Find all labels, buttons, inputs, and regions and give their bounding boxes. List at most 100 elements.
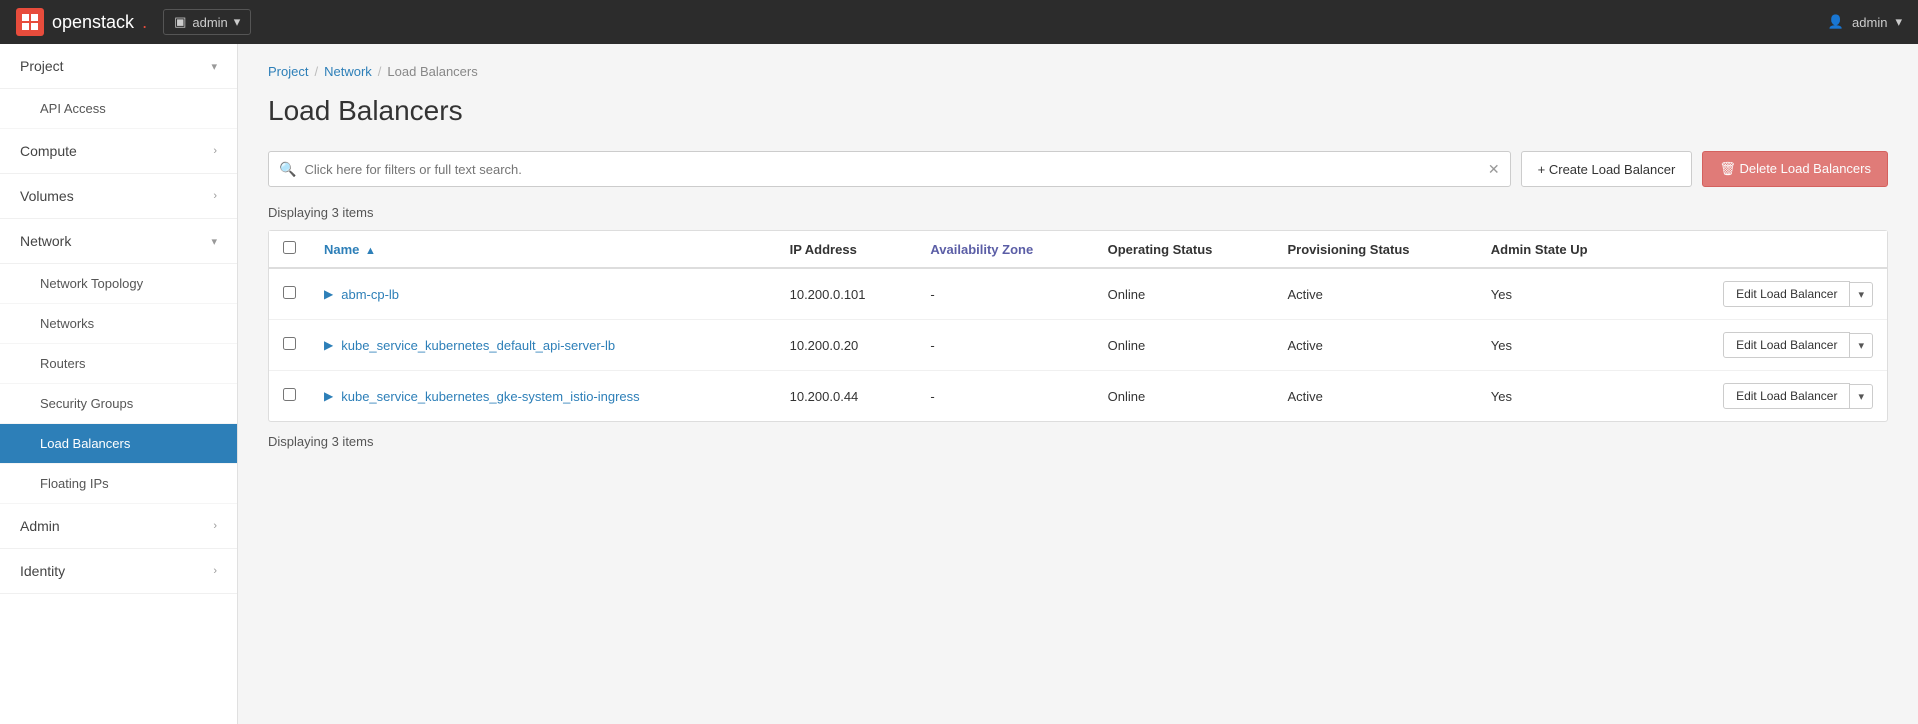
- row-name-cell: ▶ kube_service_kubernetes_default_api-se…: [310, 320, 776, 371]
- search-icon: 🔍: [279, 161, 296, 178]
- sidebar-label: Compute: [20, 143, 77, 159]
- th-name[interactable]: Name ▲: [310, 231, 776, 268]
- load-balancer-name-link[interactable]: kube_service_kubernetes_default_api-serv…: [341, 338, 615, 353]
- sidebar-label: Identity: [20, 563, 65, 579]
- brand-text: openstack: [52, 12, 134, 33]
- row-provisioning-status-cell: Active: [1273, 268, 1476, 320]
- select-all-checkbox[interactable]: [283, 241, 296, 254]
- edit-load-balancer-button[interactable]: Edit Load Balancer: [1723, 281, 1850, 307]
- user-chevron-icon: ▾: [1895, 14, 1902, 30]
- th-operating-status[interactable]: Operating Status: [1094, 231, 1274, 268]
- th-provisioning-status[interactable]: Provisioning Status: [1273, 231, 1476, 268]
- main-layout: Project ▾ API Access Compute › Volumes ›…: [0, 44, 1918, 724]
- admin-project-dropdown[interactable]: ▣ admin ▾: [163, 9, 251, 35]
- brand-icon: [16, 8, 44, 36]
- row-action-cell: Edit Load Balancer ▾: [1646, 268, 1887, 320]
- th-admin-state[interactable]: Admin State Up: [1477, 231, 1646, 268]
- breadcrumb-sep: /: [314, 64, 318, 79]
- edit-load-balancer-button[interactable]: Edit Load Balancer: [1723, 332, 1850, 358]
- breadcrumb-project[interactable]: Project: [268, 64, 308, 79]
- breadcrumb-sep2: /: [378, 64, 382, 79]
- action-dropdown-button[interactable]: ▾: [1850, 333, 1873, 358]
- sidebar-item-network[interactable]: Network ▾: [0, 219, 237, 264]
- main-content: Project / Network / Load Balancers Load …: [238, 44, 1918, 724]
- brand-logo: openstack.: [16, 8, 147, 36]
- sort-icon: ▲: [365, 245, 376, 257]
- chevron-down-icon: ▾: [211, 235, 217, 248]
- sidebar-label: Security Groups: [40, 396, 133, 411]
- brand-dot: .: [142, 12, 147, 33]
- top-nav-left: openstack. ▣ admin ▾: [16, 8, 251, 36]
- chevron-right-icon: ›: [213, 520, 217, 532]
- delete-load-balancers-button[interactable]: 🗑 Delete Load Balancers: [1702, 151, 1888, 187]
- row-checkbox-cell: [269, 320, 310, 371]
- row-ip-cell: 10.200.0.101: [776, 268, 917, 320]
- sidebar-label: Network: [20, 233, 71, 249]
- chevron-right-icon: ›: [213, 145, 217, 157]
- toolbar: 🔍 ✕ + Create Load Balancer 🗑 Delete Load…: [268, 151, 1888, 187]
- th-az[interactable]: Availability Zone: [916, 231, 1093, 268]
- row-checkbox-cell: [269, 268, 310, 320]
- search-input[interactable]: [304, 162, 1487, 177]
- breadcrumb-current: Load Balancers: [387, 64, 477, 79]
- row-operating-status-cell: Online: [1094, 320, 1274, 371]
- action-dropdown-button[interactable]: ▾: [1850, 282, 1873, 307]
- row-provisioning-status-cell: Active: [1273, 320, 1476, 371]
- breadcrumb-network[interactable]: Network: [324, 64, 372, 79]
- row-admin-state-cell: Yes: [1477, 268, 1646, 320]
- row-operating-status-cell: Online: [1094, 371, 1274, 422]
- user-dropdown[interactable]: 👤 admin ▾: [1828, 14, 1902, 30]
- row-checkbox[interactable]: [283, 388, 296, 401]
- sidebar-label: Routers: [40, 356, 86, 371]
- row-expander-icon[interactable]: ▶: [324, 389, 333, 403]
- sidebar-item-load-balancers[interactable]: Load Balancers: [0, 424, 237, 464]
- row-checkbox-cell: [269, 371, 310, 422]
- displaying-count-bottom: Displaying 3 items: [268, 434, 1888, 449]
- sidebar-item-routers[interactable]: Routers: [0, 344, 237, 384]
- edit-load-balancer-button[interactable]: Edit Load Balancer: [1723, 383, 1850, 409]
- row-az-cell: -: [916, 371, 1093, 422]
- breadcrumb: Project / Network / Load Balancers: [268, 64, 1888, 79]
- table-row: ▶ abm-cp-lb 10.200.0.101 - Online Active…: [269, 268, 1887, 320]
- top-navigation: openstack. ▣ admin ▾ 👤 admin ▾: [0, 0, 1918, 44]
- row-checkbox[interactable]: [283, 337, 296, 350]
- row-expander-icon[interactable]: ▶: [324, 287, 333, 301]
- load-balancer-name-link[interactable]: kube_service_kubernetes_gke-system_istio…: [341, 389, 639, 404]
- action-dropdown-button[interactable]: ▾: [1850, 384, 1873, 409]
- row-expander-icon[interactable]: ▶: [324, 338, 333, 352]
- sidebar-item-project[interactable]: Project ▾: [0, 44, 237, 89]
- table-header-row: Name ▲ IP Address Availability Zone Oper…: [269, 231, 1887, 268]
- sidebar-label: API Access: [40, 101, 106, 116]
- sidebar-item-networks[interactable]: Networks: [0, 304, 237, 344]
- sidebar-item-compute[interactable]: Compute ›: [0, 129, 237, 174]
- row-az-cell: -: [916, 268, 1093, 320]
- row-admin-state-cell: Yes: [1477, 320, 1646, 371]
- page-title: Load Balancers: [268, 95, 1888, 127]
- chevron-right-icon: ›: [213, 565, 217, 577]
- search-box: 🔍 ✕: [268, 151, 1511, 187]
- row-az-cell: -: [916, 320, 1093, 371]
- sidebar-item-api-access[interactable]: API Access: [0, 89, 237, 129]
- table-row: ▶ kube_service_kubernetes_gke-system_ist…: [269, 371, 1887, 422]
- sidebar-label: Network Topology: [40, 276, 143, 291]
- clear-search-icon[interactable]: ✕: [1488, 161, 1500, 178]
- displaying-count: Displaying 3 items: [268, 205, 1888, 220]
- sidebar-label: Networks: [40, 316, 94, 331]
- row-name-cell: ▶ kube_service_kubernetes_gke-system_ist…: [310, 371, 776, 422]
- sidebar-item-admin[interactable]: Admin ›: [0, 504, 237, 549]
- sidebar-label: Load Balancers: [40, 436, 130, 451]
- chevron-right-icon: ›: [213, 190, 217, 202]
- sidebar-item-identity[interactable]: Identity ›: [0, 549, 237, 594]
- load-balancer-name-link[interactable]: abm-cp-lb: [341, 287, 399, 302]
- sidebar-item-volumes[interactable]: Volumes ›: [0, 174, 237, 219]
- row-provisioning-status-cell: Active: [1273, 371, 1476, 422]
- chevron-down-icon: ▾: [234, 14, 241, 30]
- row-checkbox[interactable]: [283, 286, 296, 299]
- create-load-balancer-button[interactable]: + Create Load Balancer: [1521, 151, 1693, 187]
- sidebar-item-security-groups[interactable]: Security Groups: [0, 384, 237, 424]
- sidebar-label: Project: [20, 58, 64, 74]
- th-ip[interactable]: IP Address: [776, 231, 917, 268]
- sidebar-label: Admin: [20, 518, 60, 534]
- sidebar-item-network-topology[interactable]: Network Topology: [0, 264, 237, 304]
- sidebar-item-floating-ips[interactable]: Floating IPs: [0, 464, 237, 504]
